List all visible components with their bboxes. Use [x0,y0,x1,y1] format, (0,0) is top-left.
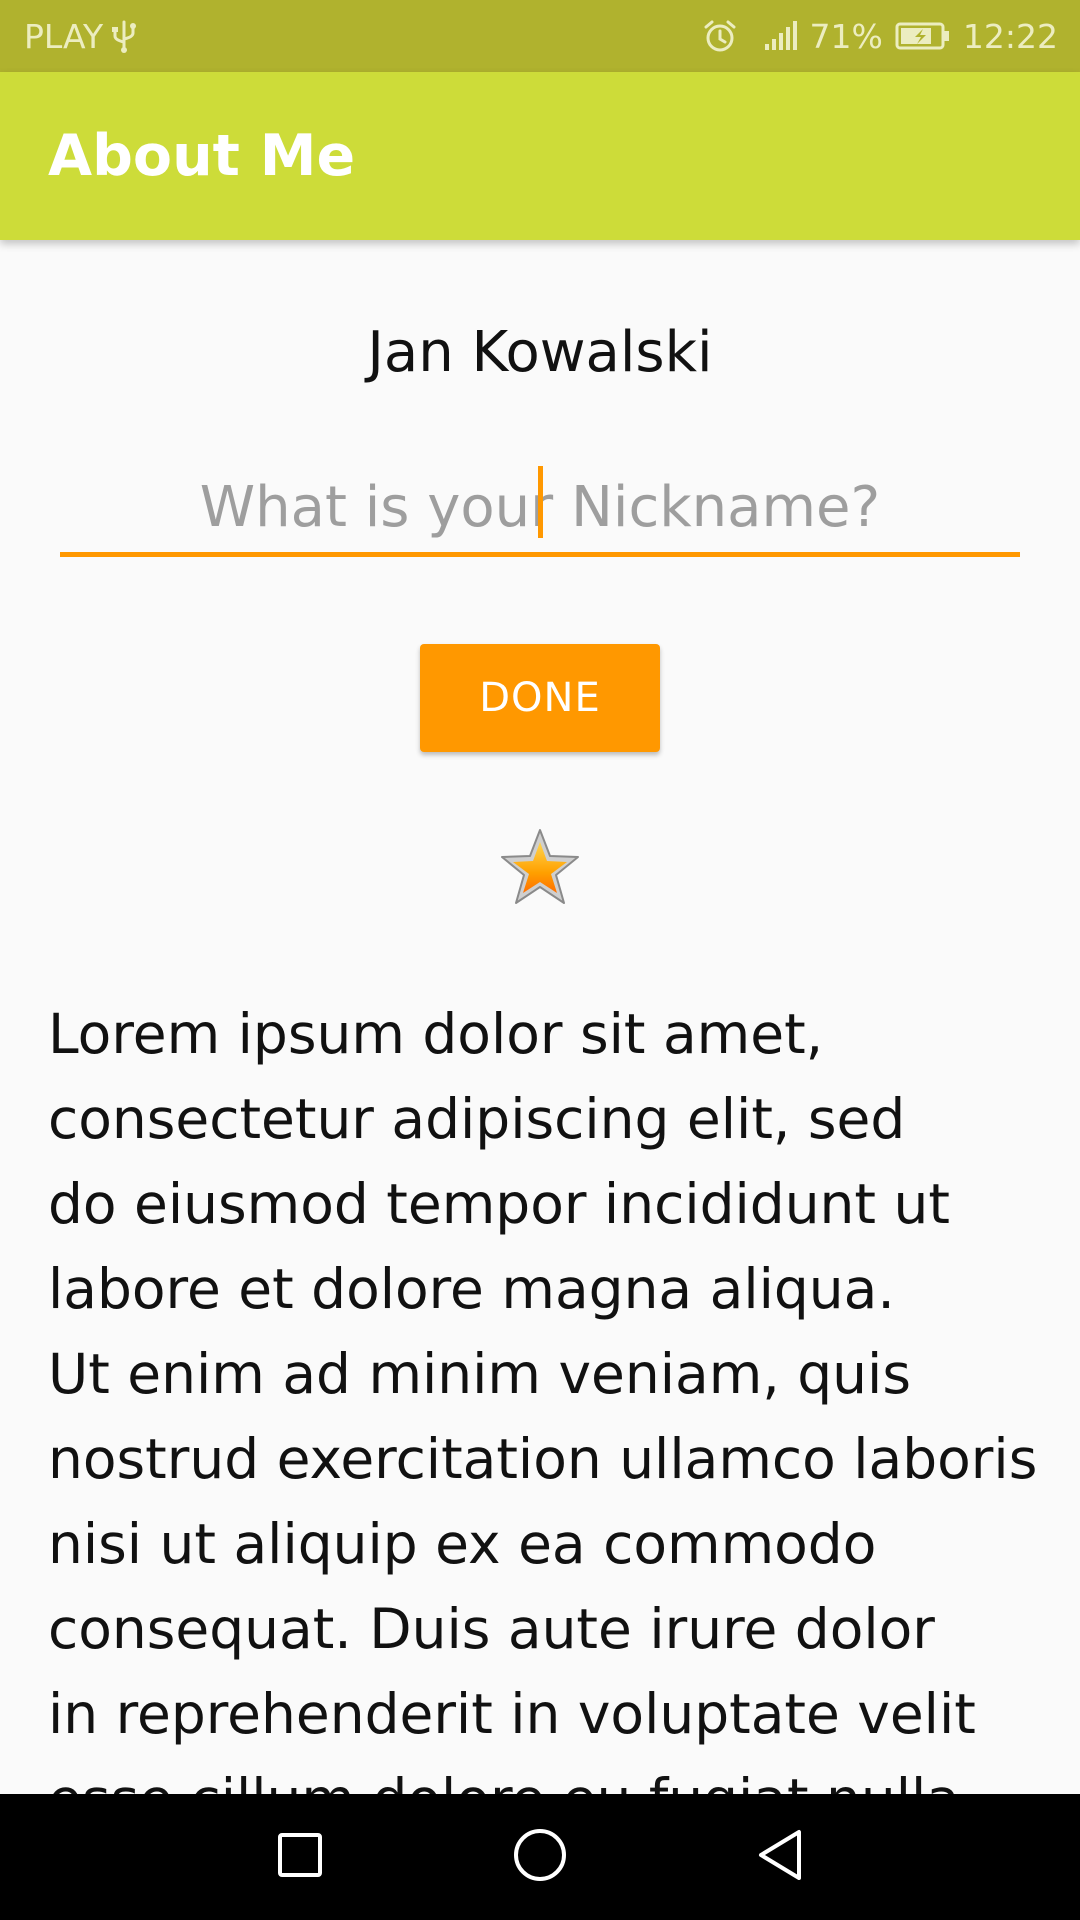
text-cursor [538,466,543,538]
carrier-name: PLAY [24,16,104,56]
app-bar: About Me [0,72,1080,240]
screen: PLAY 71% 12:22 About Me Jan Kowalski Wha… [0,0,1080,1920]
navigation-bar [0,1794,1080,1920]
back-button[interactable] [742,1819,818,1895]
recents-square-icon [276,1831,324,1884]
status-right: 71% 12:22 [702,0,1058,72]
done-button[interactable]: DONE [420,644,660,752]
usb-icon [111,18,137,54]
back-triangle-icon [755,1828,805,1887]
signal-icon [764,20,798,52]
home-button[interactable] [502,1819,578,1895]
alarm-icon [702,18,738,54]
battery-percent: 71% [809,16,883,56]
status-bar: PLAY 71% 12:22 [0,0,1080,72]
status-left: PLAY [24,0,137,72]
content-scroll-area[interactable]: Jan Kowalski DONE Lorem ipsum dolor sit … [0,240,1080,1794]
clock: 12:22 [962,16,1058,56]
star-icon [498,826,582,910]
profile-name: Jan Kowalski [367,320,713,385]
app-title: About Me [48,123,356,189]
home-circle-icon [512,1827,568,1888]
bio-text: Lorem ipsum dolor sit amet, consectetur … [48,1002,1038,1794]
recents-button[interactable] [262,1819,338,1895]
battery-charging-icon [895,21,951,51]
